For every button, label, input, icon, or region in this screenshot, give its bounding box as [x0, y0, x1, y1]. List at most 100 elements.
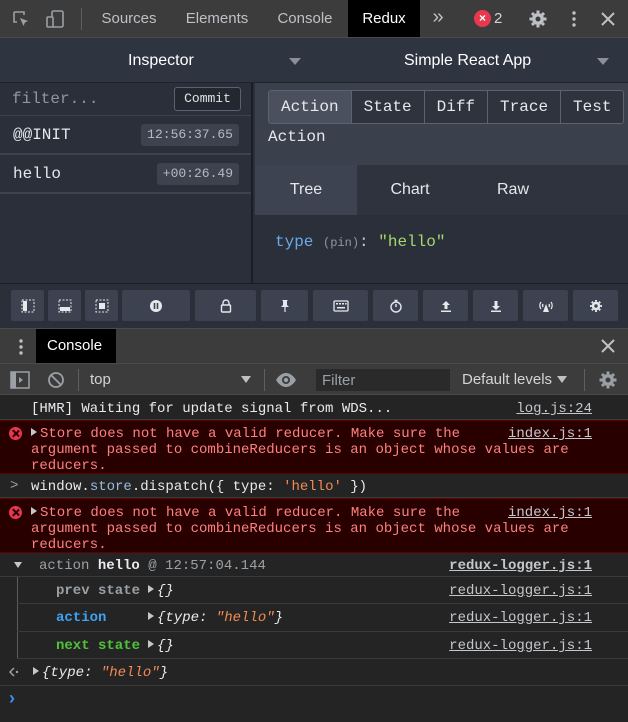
pin-icon[interactable]: [261, 290, 308, 321]
tab-trace[interactable]: Trace: [488, 91, 562, 123]
console-input-line: > window.store.dispatch({ type: 'hello' …: [0, 474, 628, 498]
source-link[interactable]: redux-logger.js:1: [449, 610, 592, 626]
lock-icon[interactable]: [195, 290, 256, 321]
bottom-pane-icon[interactable]: [48, 290, 81, 321]
prompt-icon: ›: [9, 688, 15, 708]
inspect-element-icon[interactable]: [11, 9, 31, 29]
console-prompt[interactable]: ›: [0, 686, 628, 722]
tab-console[interactable]: Console: [266, 0, 344, 37]
clear-console-icon[interactable]: [47, 371, 65, 389]
inspector-pane: Action State Diff Trace Test Action Tree…: [255, 83, 628, 283]
device-toolbar-icon[interactable]: [45, 9, 65, 29]
pin-toggle[interactable]: (pin): [323, 236, 359, 250]
drawer-tab-console[interactable]: Console: [36, 329, 116, 363]
action-list-item[interactable]: hello +00:26.49: [0, 155, 251, 194]
redux-devtools-panel: Inspector Simple React App Commit @@INIT…: [0, 38, 628, 328]
group-title: action hello @ 12:57:04.144: [39, 558, 266, 574]
keyboard-icon[interactable]: [313, 290, 368, 321]
console-toolbar: top Default levels: [0, 363, 628, 395]
tree-colon: :: [359, 233, 369, 251]
tab-chart[interactable]: Chart: [359, 165, 461, 215]
source-link[interactable]: log.js:24: [516, 401, 592, 417]
tab-elements[interactable]: Elements: [175, 0, 259, 37]
expand-triangle-icon[interactable]: [14, 562, 22, 568]
toolbar-divider: [584, 369, 585, 391]
tree-key[interactable]: type: [275, 233, 313, 251]
tab-tree[interactable]: Tree: [255, 165, 357, 215]
source-link[interactable]: redux-logger.js:1: [449, 638, 592, 654]
console-result-line: {type: "hello"}: [0, 659, 628, 686]
toolbar-divider: [78, 369, 79, 391]
action-tree: type (pin): "hello": [275, 233, 445, 251]
source-link[interactable]: redux-logger.js:1: [449, 583, 592, 599]
toolbar-divider: [81, 8, 82, 30]
console-log-line: next state {} redux-logger.js:1: [17, 632, 628, 659]
input-command: window.store.dispatch({ type: 'hello' }): [31, 479, 368, 495]
prev-state-value[interactable]: {}: [148, 583, 174, 599]
tab-raw[interactable]: Raw: [462, 165, 564, 215]
console-group-header[interactable]: action hello @ 12:57:04.144 redux-logger…: [0, 553, 628, 577]
log-levels-select[interactable]: Default levels: [462, 364, 552, 395]
drawer-menu-icon[interactable]: [11, 337, 31, 357]
console-output: [HMR] Waiting for update signal from WDS…: [0, 395, 628, 722]
close-icon[interactable]: [598, 9, 618, 29]
toolbar-divider: [264, 369, 265, 391]
close-drawer-icon[interactable]: [598, 336, 618, 356]
more-tabs-icon[interactable]: »: [424, 0, 452, 37]
remote-monitor-icon[interactable]: [523, 290, 568, 321]
download-icon[interactable]: [473, 290, 518, 321]
inspector-tab-group: Action State Diff Trace Test: [268, 90, 625, 124]
filter-row: Commit: [0, 83, 251, 116]
console-log-line: prev state {} redux-logger.js:1: [17, 577, 628, 604]
pause-icon[interactable]: [122, 290, 190, 321]
tab-action[interactable]: Action: [269, 91, 352, 123]
drawer-tab-bar: Console: [0, 328, 628, 363]
tab-test[interactable]: Test: [561, 91, 624, 123]
error-message-line: argument passed to combineReducers is an…: [31, 521, 569, 537]
upload-icon[interactable]: [423, 290, 468, 321]
commit-button[interactable]: Commit: [174, 87, 241, 111]
source-link[interactable]: index.js:1: [508, 426, 592, 442]
log-message: [HMR] Waiting for update signal from WDS…: [31, 401, 393, 417]
action-name: hello: [13, 165, 62, 183]
error-icon[interactable]: ×: [474, 10, 491, 27]
tab-sources[interactable]: Sources: [88, 0, 170, 37]
console-filter-input[interactable]: [316, 369, 450, 391]
left-pane-icon[interactable]: [11, 290, 44, 321]
devtools-tab-bar: Sources Elements Console Redux » × 2: [0, 0, 628, 38]
tab-state[interactable]: State: [351, 91, 425, 123]
settings-icon[interactable]: [528, 9, 548, 29]
chevron-down-icon[interactable]: [557, 376, 567, 383]
eye-icon[interactable]: [275, 371, 297, 389]
remote-icon[interactable]: [85, 290, 118, 321]
redux-bottom-toolbar: [0, 283, 628, 328]
tab-redux[interactable]: Redux: [348, 0, 420, 37]
error-count[interactable]: 2: [494, 0, 502, 37]
kebab-menu-icon[interactable]: [564, 9, 584, 29]
settings-icon[interactable]: [573, 290, 618, 321]
error-message[interactable]: Store does not have a valid reducer. Mak…: [31, 426, 460, 442]
tree-value: "hello": [378, 233, 446, 251]
source-link[interactable]: index.js:1: [508, 505, 592, 521]
action-value[interactable]: {type: "hello"}: [148, 610, 283, 626]
chevron-down-icon[interactable]: [241, 376, 251, 383]
sidebar-toggle-icon[interactable]: [10, 371, 30, 389]
tab-diff[interactable]: Diff: [424, 91, 489, 123]
action-filter-input[interactable]: [12, 87, 162, 111]
chevron-down-icon[interactable]: [289, 58, 301, 65]
error-message[interactable]: Store does not have a valid reducer. Mak…: [31, 505, 460, 521]
action-list-item[interactable]: @@INIT 12:56:37.65: [0, 116, 251, 155]
result-value[interactable]: {type: "hello"}: [33, 665, 168, 681]
next-state-label: next state: [56, 638, 141, 654]
source-link[interactable]: redux-logger.js:1: [449, 558, 592, 574]
instance-select[interactable]: Simple React App: [404, 38, 531, 83]
chevron-down-icon[interactable]: [597, 58, 609, 65]
action-time: +00:26.49: [156, 163, 239, 185]
redux-header: Inspector Simple React App: [0, 38, 628, 83]
timer-icon[interactable]: [373, 290, 418, 321]
next-state-value[interactable]: {}: [148, 638, 174, 654]
console-settings-icon[interactable]: [598, 370, 618, 390]
context-select[interactable]: top: [90, 364, 111, 395]
console-log-line: [HMR] Waiting for update signal from WDS…: [0, 395, 628, 420]
monitor-select[interactable]: Inspector: [128, 38, 194, 83]
